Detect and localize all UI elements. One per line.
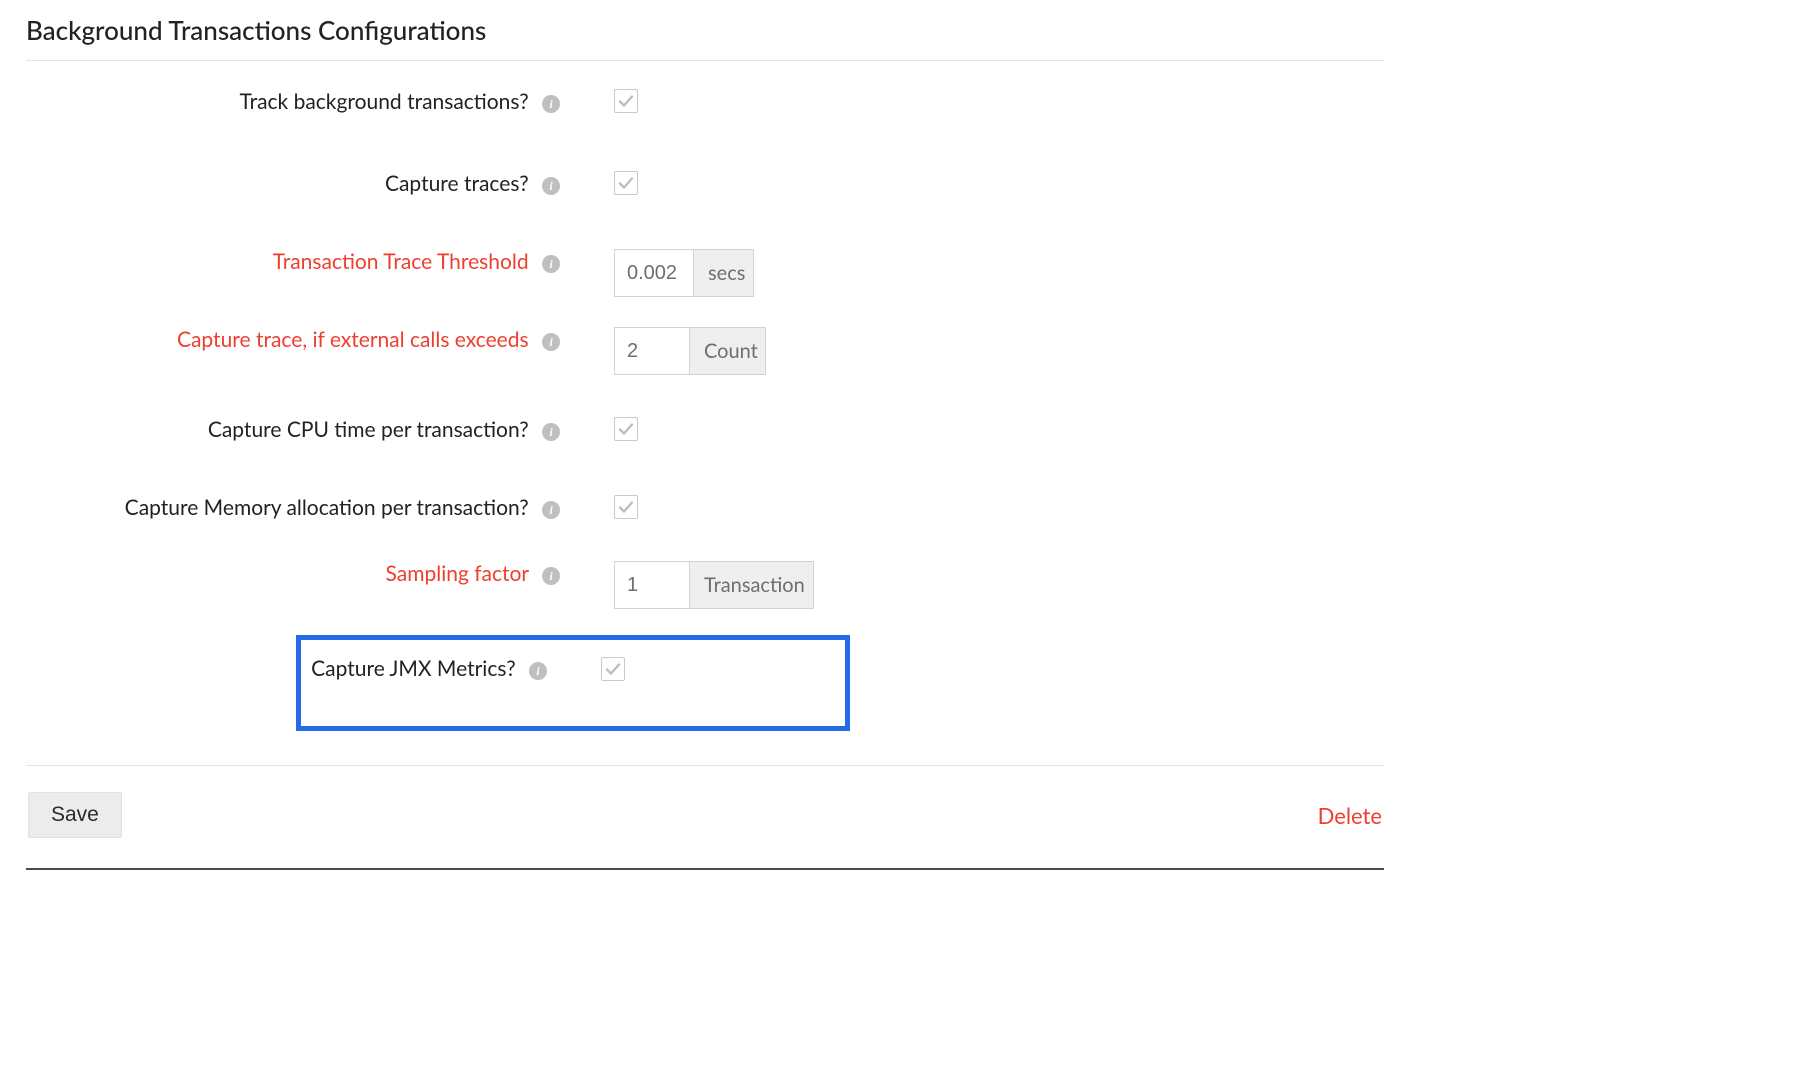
save-button[interactable]: Save xyxy=(28,792,122,838)
label-text: Capture JMX Metrics? xyxy=(311,656,515,681)
checkbox-jmx[interactable] xyxy=(601,657,625,681)
info-icon[interactable]: i xyxy=(542,95,560,113)
check-icon xyxy=(618,93,634,109)
form: Track background transactions? i Capture… xyxy=(26,89,1384,731)
info-icon[interactable]: i xyxy=(542,333,560,351)
check-icon xyxy=(618,499,634,515)
check-icon xyxy=(618,175,634,191)
delete-link[interactable]: Delete xyxy=(1318,802,1382,829)
checkbox-capture-traces[interactable] xyxy=(614,171,638,195)
label-cpu-time: Capture CPU time per transaction? i xyxy=(26,417,574,443)
input-ext-calls[interactable] xyxy=(614,327,690,375)
unit-secs: secs xyxy=(694,249,754,297)
info-icon[interactable]: i xyxy=(542,423,560,441)
info-icon[interactable]: i xyxy=(542,255,560,273)
info-icon[interactable]: i xyxy=(542,177,560,195)
input-sampling[interactable] xyxy=(614,561,690,609)
checkbox-cpu-time[interactable] xyxy=(614,417,638,441)
label-ext-calls: Capture trace, if external calls exceeds… xyxy=(26,327,574,353)
label-capture-traces: Capture traces? i xyxy=(26,171,574,197)
check-icon xyxy=(605,661,621,677)
section-title: Background Transactions Configurations xyxy=(26,10,1384,61)
label-mem-alloc: Capture Memory allocation per transactio… xyxy=(26,495,574,521)
label-jmx: Capture JMX Metrics? i xyxy=(311,656,561,682)
input-trace-threshold[interactable] xyxy=(614,249,694,297)
label-text: Capture trace, if external calls exceeds xyxy=(177,327,529,352)
info-icon[interactable]: i xyxy=(529,662,547,680)
checkbox-track-bg[interactable] xyxy=(614,89,638,113)
label-text: Transaction Trace Threshold xyxy=(273,249,529,274)
label-text: Sampling factor xyxy=(386,561,529,586)
label-text: Capture CPU time per transaction? xyxy=(208,417,529,442)
checkbox-mem-alloc[interactable] xyxy=(614,495,638,519)
unit-count: Count xyxy=(690,327,766,375)
info-icon[interactable]: i xyxy=(542,567,560,585)
label-text: Capture Memory allocation per transactio… xyxy=(125,495,529,520)
label-trace-threshold: Transaction Trace Threshold i xyxy=(26,249,574,275)
label-text: Capture traces? xyxy=(385,171,529,196)
label-track-bg: Track background transactions? i xyxy=(26,89,574,115)
info-icon[interactable]: i xyxy=(542,501,560,519)
label-sampling: Sampling factor i xyxy=(26,561,574,587)
label-text: Track background transactions? xyxy=(240,89,529,114)
highlight-jmx: Capture JMX Metrics? i xyxy=(296,635,850,731)
check-icon xyxy=(618,421,634,437)
unit-transaction: Transaction xyxy=(690,561,814,609)
